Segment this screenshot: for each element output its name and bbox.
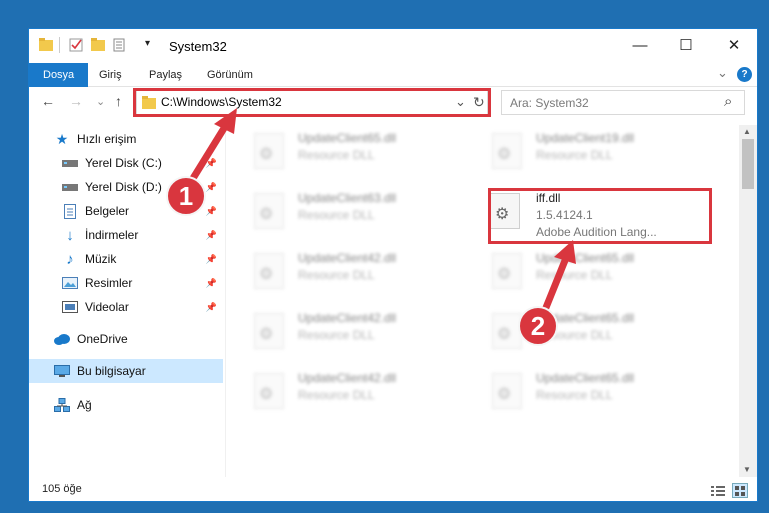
step-badge-2: 2 — [518, 306, 558, 346]
annotation-arrows — [189, 108, 576, 312]
step-badge-1: 1 — [166, 176, 206, 216]
